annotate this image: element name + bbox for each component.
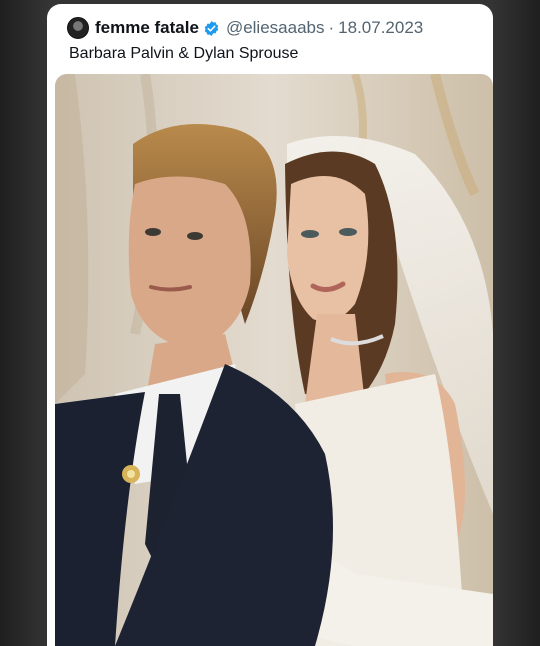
author-handle[interactable]: @eliesaaabs — [226, 18, 325, 38]
tweet-text: Barbara Palvin & Dylan Sprouse — [69, 45, 299, 62]
tweet-card[interactable]: femme fatale @eliesaaabs · 18.07.2023 Ba… — [47, 4, 493, 646]
photo-illustration — [55, 74, 493, 646]
tweet-photo[interactable] — [55, 74, 493, 646]
post-date[interactable]: 18.07.2023 — [338, 18, 423, 38]
profile-avatar[interactable] — [67, 17, 89, 39]
author-name[interactable]: femme fatale — [95, 18, 199, 38]
verified-badge-icon — [203, 20, 220, 37]
tweet-header: femme fatale @eliesaaabs · 18.07.2023 — [67, 16, 483, 40]
separator-dot: · — [328, 18, 335, 37]
